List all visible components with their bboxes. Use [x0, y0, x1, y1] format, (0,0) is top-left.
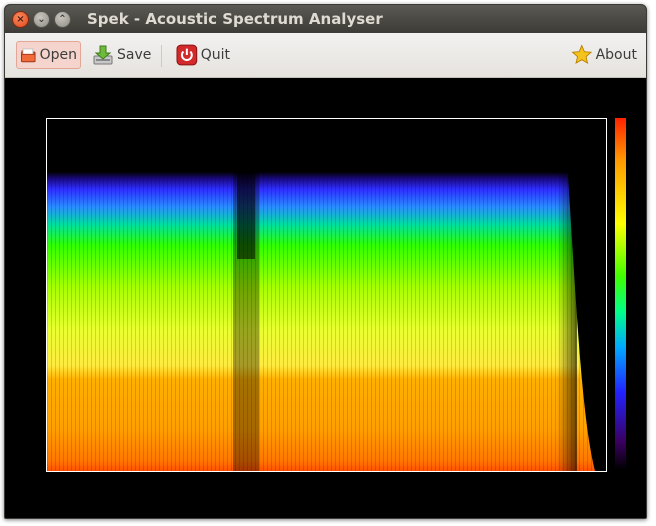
open-label: Open [39, 47, 77, 63]
minimize-window-button[interactable]: ⌄ [33, 11, 50, 28]
quit-label: Quit [200, 47, 230, 63]
maximize-window-button[interactable]: ⌃ [54, 11, 71, 28]
title-bar[interactable]: × ⌄ ⌃ Spek - Acoustic Spectrum Analyser [5, 5, 646, 33]
app-window: × ⌄ ⌃ Spek - Acoustic Spectrum Analyser … [4, 4, 647, 519]
star-icon [571, 44, 593, 65]
save-label: Save [117, 47, 152, 63]
folder-icon [21, 48, 36, 63]
toolbar: Open Save Quit About [5, 33, 646, 78]
save-icon [93, 45, 113, 65]
power-icon [176, 44, 198, 66]
toolbar-separator [161, 45, 162, 67]
about-label: About [595, 47, 637, 63]
spectrogram-plot [46, 118, 607, 472]
quit-button[interactable]: Quit [173, 41, 233, 69]
save-button[interactable]: Save [89, 41, 157, 69]
window-controls: × ⌄ ⌃ [12, 11, 71, 28]
open-button[interactable]: Open [16, 41, 81, 69]
window-title: Spek - Acoustic Spectrum Analyser [87, 10, 383, 28]
spectrogram-image [47, 119, 606, 471]
intensity-colorbar [615, 118, 626, 470]
about-button[interactable]: About [568, 41, 640, 69]
close-window-button[interactable]: × [12, 11, 29, 28]
